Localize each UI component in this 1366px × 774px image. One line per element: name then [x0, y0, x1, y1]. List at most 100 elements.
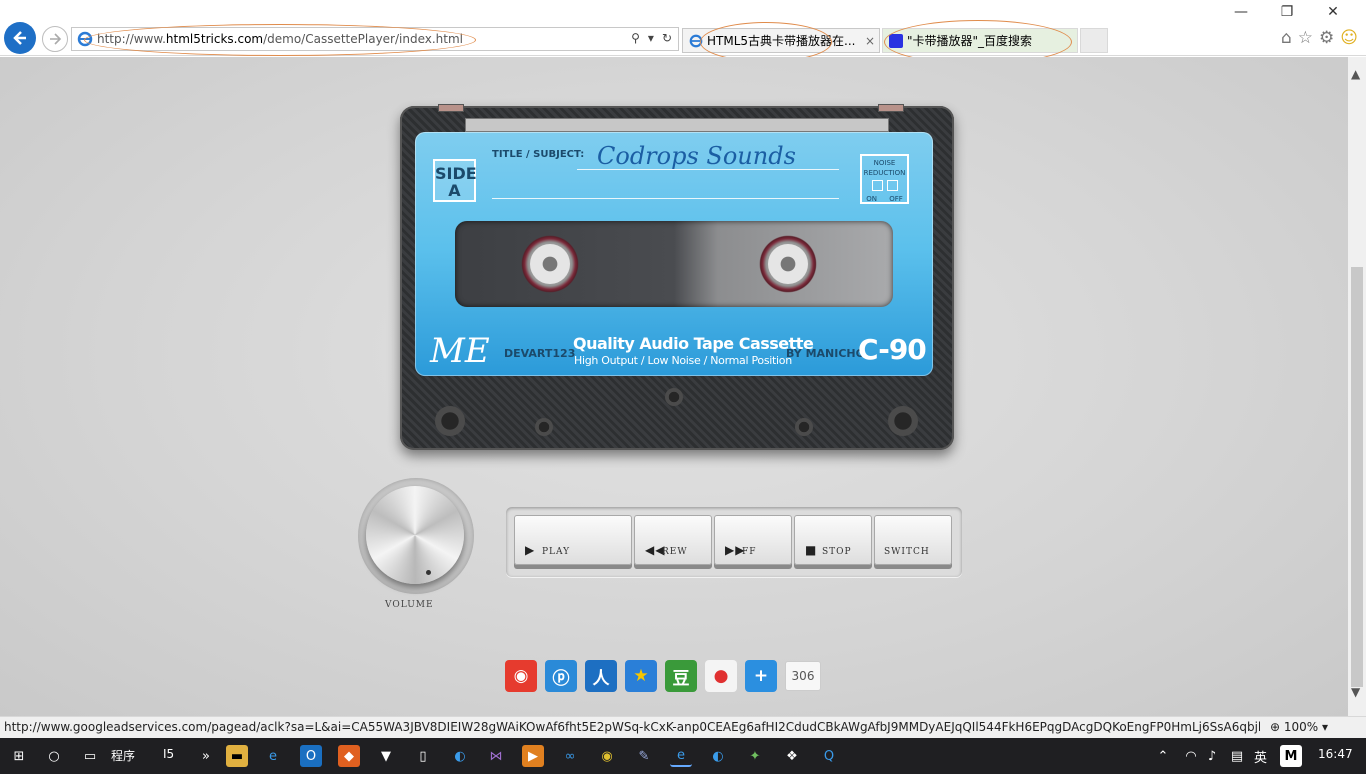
- scroll-thumb[interactable]: [1351, 267, 1363, 687]
- tray-up-arrow-icon[interactable]: ⌃: [1152, 745, 1174, 767]
- stop-label: STOP: [822, 547, 852, 557]
- title-line-1: [577, 169, 839, 170]
- address-url: http://www.html5tricks.com/demo/Cassette…: [97, 32, 464, 46]
- reel-left: [511, 225, 589, 303]
- volume-label: VOLUME: [385, 600, 434, 610]
- address-bar[interactable]: http://www.html5tricks.com/demo/Cassette…: [71, 27, 679, 51]
- app-icon[interactable]: ▼: [375, 745, 397, 767]
- volume-knob[interactable]: [358, 478, 474, 594]
- share-count: 306: [785, 661, 821, 691]
- back-button[interactable]: [4, 22, 36, 54]
- back-arrow-icon: [13, 31, 26, 45]
- tencent-weibo-share-icon[interactable]: ⓟ: [545, 660, 577, 692]
- stop-button[interactable]: ■ STOP: [794, 515, 872, 565]
- outlook-icon[interactable]: O: [300, 745, 322, 767]
- fast-forward-button[interactable]: ▶▶ FF: [714, 515, 792, 565]
- notification-icon[interactable]: ▤: [1226, 745, 1248, 767]
- forward-button[interactable]: [42, 26, 68, 52]
- app-icon[interactable]: ❖: [781, 745, 803, 767]
- cortana-search-icon[interactable]: ○: [43, 745, 65, 767]
- document-icon[interactable]: ▯: [412, 745, 434, 767]
- cassette-top-window: [465, 118, 889, 132]
- settings-gear-icon[interactable]: ⚙: [1319, 28, 1334, 48]
- transport-controls: ▶ PLAY ◀◀ REW ▶▶ FF ■ STOP SWITCH: [506, 507, 962, 577]
- noise-off-label: OFF: [889, 195, 903, 203]
- favorites-star-icon[interactable]: ☆: [1298, 28, 1313, 48]
- play-icon: ▶: [525, 543, 536, 557]
- programs-toolbar-label[interactable]: 程序: [111, 747, 135, 764]
- tab-label: HTML5古典卡带播放器在...: [707, 34, 856, 48]
- play-button[interactable]: ▶ PLAY: [514, 515, 632, 565]
- app-icon[interactable]: ∞: [559, 745, 581, 767]
- dropdown-icon[interactable]: ▾: [648, 31, 654, 45]
- zoom-level[interactable]: ⊕ 100% ▾: [1270, 720, 1328, 734]
- home-icon[interactable]: ⌂: [1281, 28, 1292, 48]
- switch-button[interactable]: SWITCH: [874, 515, 952, 565]
- rewind-label: REW: [662, 547, 688, 557]
- side-value: A: [448, 181, 461, 200]
- zoom-icon: ⊕: [1270, 720, 1284, 734]
- tab-cassette-player[interactable]: HTML5古典卡带播放器在... ×: [682, 28, 880, 53]
- cassette-tab-left: [438, 104, 464, 112]
- scroll-down-icon[interactable]: ▼: [1351, 685, 1360, 699]
- volume-indicator-dot: [426, 570, 431, 575]
- start-windows-icon[interactable]: ⊞: [8, 745, 30, 767]
- screw-icon: [535, 418, 553, 436]
- taskbar-overflow-icon[interactable]: »: [195, 745, 217, 767]
- app-icon[interactable]: Q: [818, 745, 840, 767]
- weibo-share-icon[interactable]: ◉: [505, 660, 537, 692]
- i5-toolbar-label[interactable]: I5: [163, 747, 174, 761]
- renren-share-icon[interactable]: 人: [585, 660, 617, 692]
- app-icon[interactable]: ✎: [633, 745, 655, 767]
- task-view-icon[interactable]: ▭: [79, 745, 101, 767]
- ime-indicator[interactable]: 英: [1254, 747, 1267, 766]
- search-icon[interactable]: ⚲: [631, 31, 640, 45]
- rewind-button[interactable]: ◀◀ REW: [634, 515, 712, 565]
- app-icon[interactable]: ✦: [744, 745, 766, 767]
- reel-hub-right-icon: [768, 244, 808, 284]
- by-manicho: BY MANICHO: [786, 347, 865, 360]
- edge-icon[interactable]: e: [262, 745, 284, 767]
- more-share-icon[interactable]: +: [745, 660, 777, 692]
- browser-icon[interactable]: ◐: [707, 745, 729, 767]
- internet-explorer-icon[interactable]: e: [670, 745, 692, 767]
- label-footer: ME DEVART123 Quality Audio Tape Cassette…: [430, 327, 935, 377]
- volume-speaker-icon[interactable]: ♪: [1201, 745, 1223, 767]
- close-button[interactable]: ✕: [1310, 4, 1356, 20]
- close-tab-icon[interactable]: ×: [865, 34, 875, 48]
- app-icon[interactable]: ◆: [338, 745, 360, 767]
- ie-page-icon: [77, 31, 93, 47]
- zoom-value: 100%: [1283, 720, 1319, 734]
- volume-knob-dial[interactable]: [366, 486, 464, 584]
- qzone-share-icon[interactable]: ★: [625, 660, 657, 692]
- browser-icon[interactable]: ◐: [449, 745, 471, 767]
- share-bar: ◉ ⓟ 人 ★ 豆 ● + 306: [505, 660, 821, 692]
- baidu-paw-icon: [889, 33, 903, 48]
- refresh-icon[interactable]: ↻: [662, 31, 672, 45]
- page-content: SIDE A TITLE / SUBJECT: Codrops Sounds N…: [0, 57, 1348, 716]
- new-tab-button[interactable]: [1080, 28, 1108, 53]
- wifi-icon[interactable]: ◠: [1180, 745, 1202, 767]
- clock[interactable]: 16:47: [1318, 747, 1353, 761]
- file-explorer-icon[interactable]: ▬: [226, 745, 248, 767]
- vertical-scrollbar[interactable]: ▲ ▼: [1348, 57, 1366, 716]
- scroll-up-icon[interactable]: ▲: [1351, 67, 1360, 81]
- windows-taskbar: ⊞ ○ ▭ 程序 I5 » ▬ e O ◆ ▼ ▯ ◐ ⋈ ▶ ∞ ◉ ✎ e …: [0, 738, 1366, 774]
- media-player-icon[interactable]: ▶: [522, 745, 544, 767]
- title-label: TITLE / SUBJECT:: [492, 149, 585, 160]
- reel-right: [749, 225, 827, 303]
- chrome-icon[interactable]: ◉: [596, 745, 618, 767]
- minimize-button[interactable]: —: [1218, 4, 1264, 20]
- devart-text: DEVART123: [504, 347, 576, 360]
- visual-studio-icon[interactable]: ⋈: [485, 745, 507, 767]
- model-c90: C-90: [858, 333, 927, 366]
- apple-share-icon[interactable]: ●: [705, 660, 737, 692]
- feedback-smiley-icon[interactable]: ☺: [1340, 28, 1358, 48]
- restore-button[interactable]: ❐: [1264, 4, 1310, 20]
- noise-on-label: ON: [866, 195, 877, 203]
- quality-subheading: High Output / Low Noise / Normal Positio…: [574, 354, 792, 367]
- m-app-icon[interactable]: M: [1280, 745, 1302, 767]
- title-line-2: [492, 198, 839, 199]
- douban-share-icon[interactable]: 豆: [665, 660, 697, 692]
- tab-baidu-search[interactable]: "卡带播放器"_百度搜索: [882, 28, 1078, 53]
